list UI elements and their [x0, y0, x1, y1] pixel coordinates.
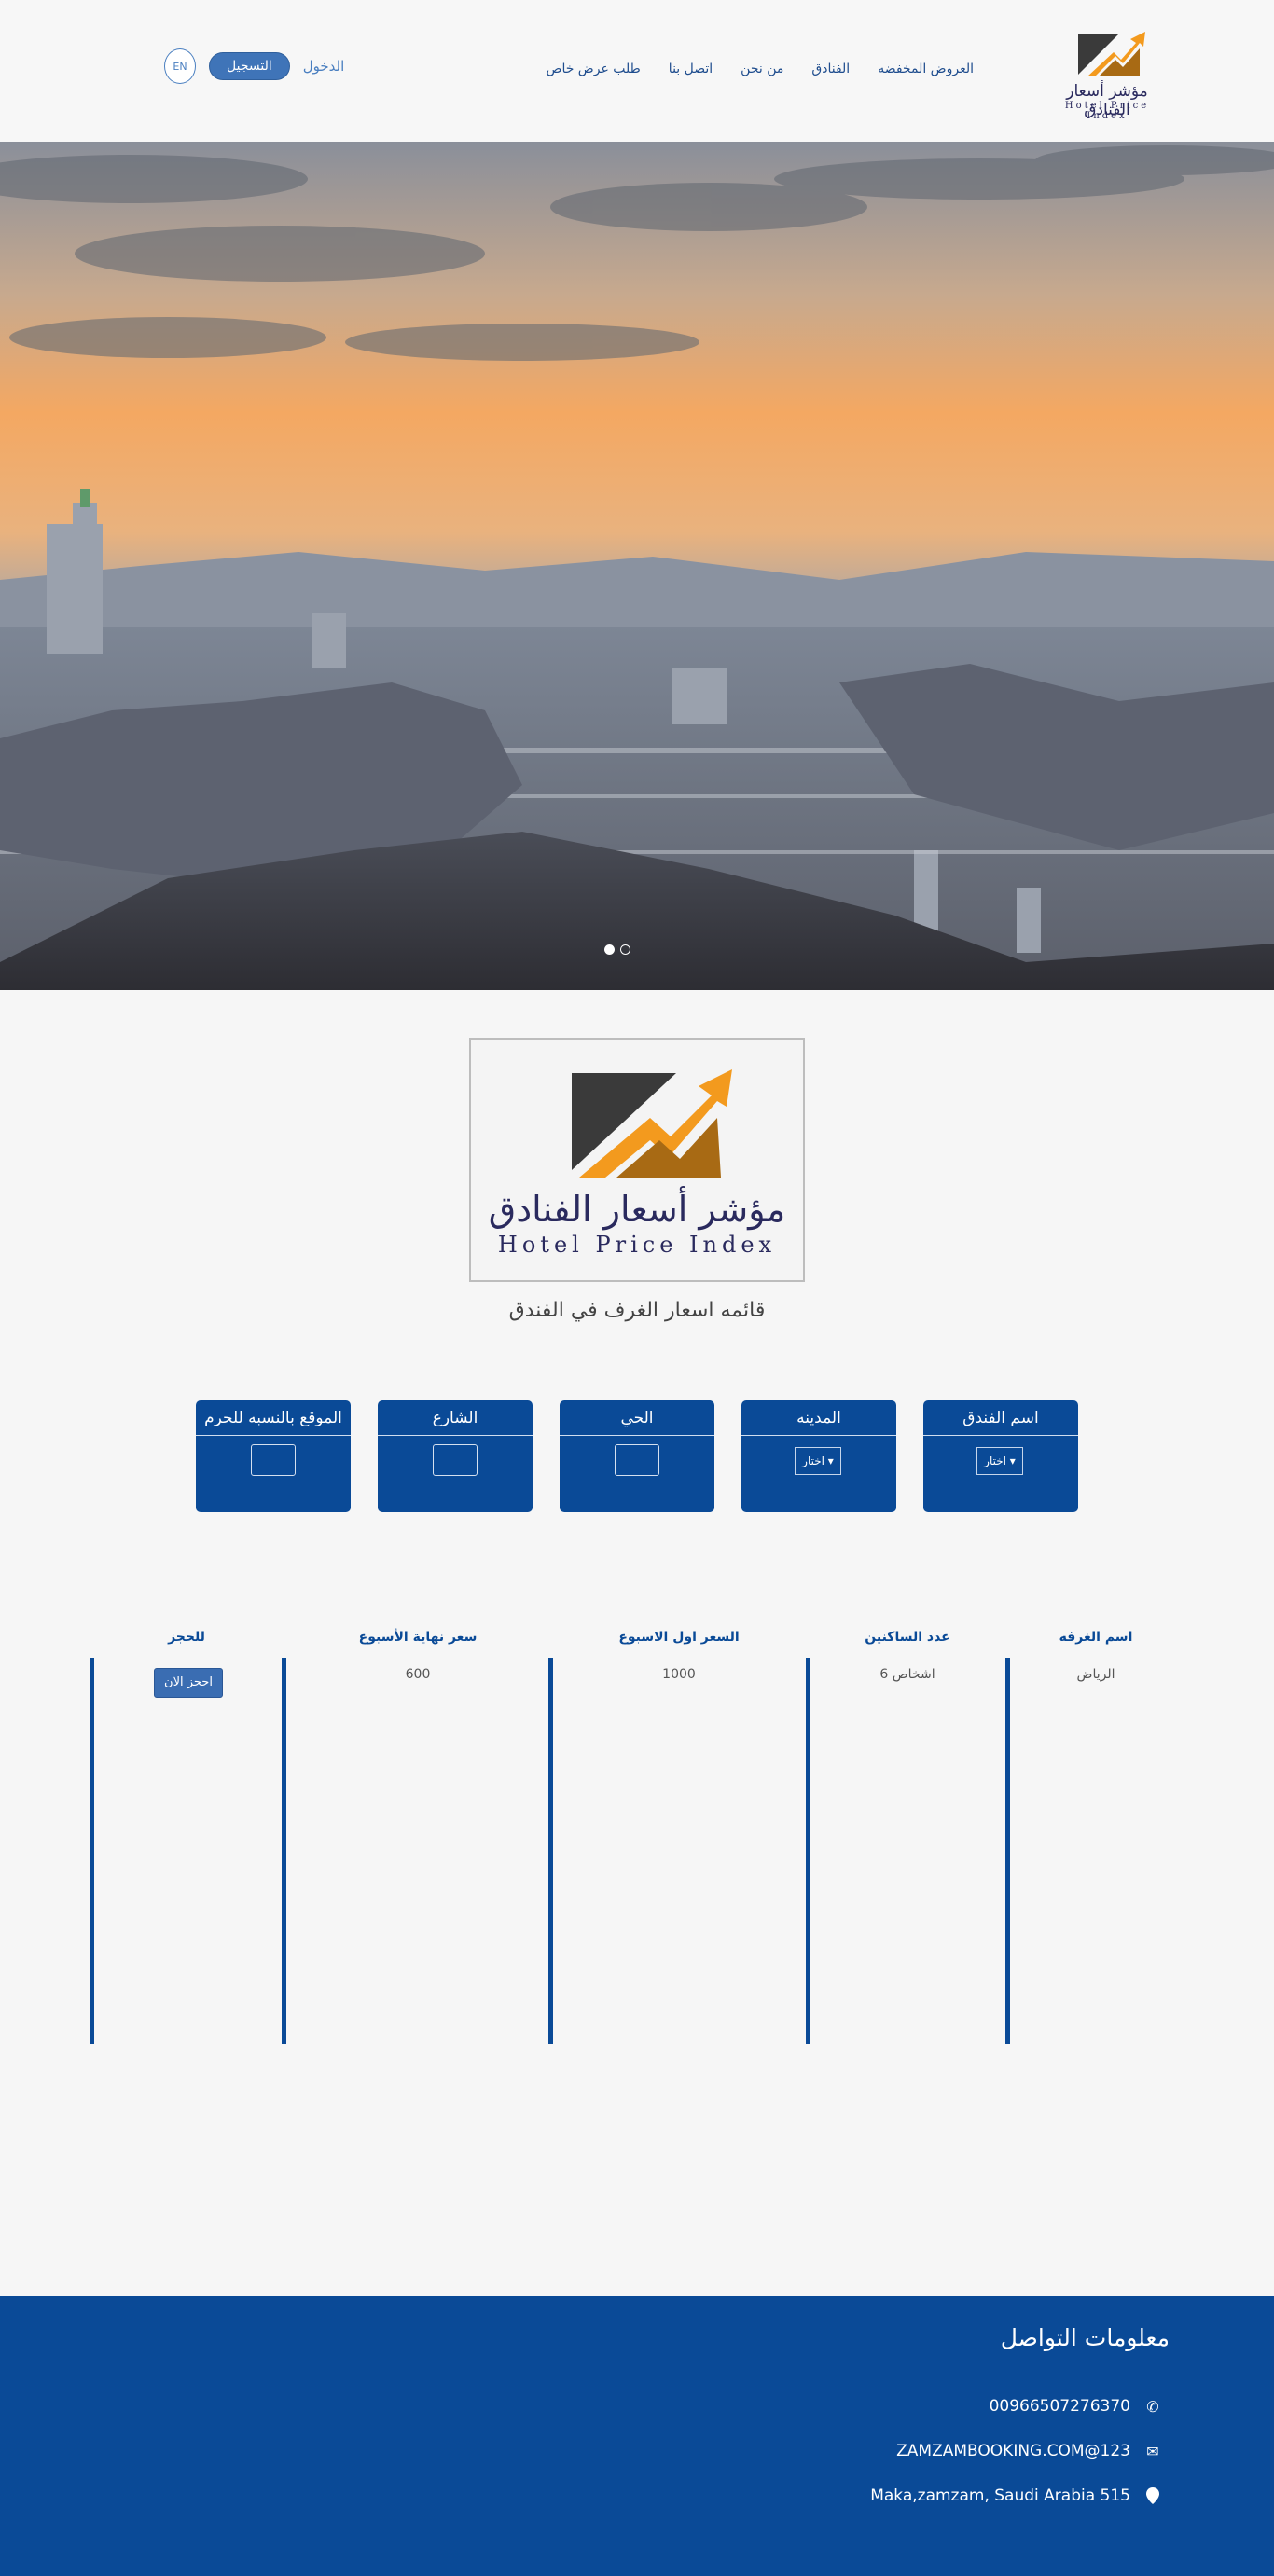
col-room-name: اسم الغرفه	[1059, 1630, 1133, 1645]
language-toggle[interactable]: EN	[164, 48, 196, 84]
filter-city: المدينه اختار ▾	[741, 1400, 896, 1512]
hotel-name-select[interactable]: اختار ▾	[976, 1447, 1023, 1475]
district-input[interactable]	[615, 1444, 659, 1476]
filter-haram-location: الموقع بالنسبه للحرم	[196, 1400, 351, 1512]
column-divider	[806, 1658, 810, 2044]
table-cell: 600	[405, 1667, 431, 1682]
phone-text[interactable]: 00966507276370	[990, 2397, 1130, 2416]
filter-hotel-name: اسم الفندق اختار ▾	[923, 1400, 1078, 1512]
footer-title: معلومات التواصل	[1000, 2324, 1170, 2351]
table-cell: الرياض	[1076, 1667, 1115, 1682]
register-button[interactable]: التسجيل	[209, 52, 290, 80]
filter-bar: اسم الفندق اختار ▾ المدينه اختار ▾ الحي …	[196, 1400, 1078, 1512]
slide-dot-2[interactable]	[620, 944, 630, 955]
nav-about[interactable]: من نحن	[741, 62, 783, 76]
filter-label: المدينه	[741, 1400, 896, 1436]
footer-address: Maka,zamzam, Saudi Arabia 515	[870, 2486, 1162, 2505]
haram-location-input[interactable]	[251, 1444, 296, 1476]
brand-logo: مؤشر أسعار الفنادق Hotel Price Index	[469, 1038, 805, 1282]
slider-dots	[604, 944, 630, 955]
book-now-button[interactable]: احجز الان	[154, 1668, 223, 1698]
envelope-icon: ✉	[1146, 2442, 1159, 2460]
col-occupants: عدد الساكنين	[865, 1630, 950, 1645]
hero-slider	[0, 142, 1274, 990]
col-booking: للحجز	[168, 1630, 205, 1645]
filter-label: الموقع بالنسبه للحرم	[196, 1400, 351, 1436]
brand-arabic: مؤشر أسعار الفنادق	[488, 1189, 786, 1230]
site-logo[interactable]: مؤشر أسعار الفنادق Hotel Price Index	[1046, 30, 1168, 121]
slide-dot-1[interactable]	[604, 944, 615, 955]
column-divider	[90, 1658, 94, 2044]
main-nav: العروض المخفضه الفنادق من نحن اتصل بنا ط…	[547, 62, 974, 76]
hero-image	[0, 142, 1274, 990]
filter-label: اسم الفندق	[923, 1400, 1078, 1436]
filter-district: الحي	[560, 1400, 714, 1512]
footer-phone: ✆ 00966507276370	[990, 2397, 1162, 2416]
auth-controls: EN التسجيل الدخول	[164, 48, 344, 84]
filter-street: الشارع	[378, 1400, 533, 1512]
address-text: Maka,zamzam, Saudi Arabia 515	[870, 2486, 1130, 2505]
location-pin-icon	[1143, 2486, 1162, 2505]
logo-chart-icon	[572, 1069, 732, 1178]
phone-icon: ✆	[1146, 2397, 1159, 2416]
table-cell: 1000	[662, 1667, 696, 1682]
logo-chart-icon	[1078, 32, 1145, 76]
nav-hotels[interactable]: الفنادق	[811, 62, 850, 76]
street-input[interactable]	[433, 1444, 478, 1476]
site-footer: معلومات التواصل ✆ 00966507276370 ✉ ZAMZA…	[0, 2296, 1274, 2576]
site-header: مؤشر أسعار الفنادق Hotel Price Index الع…	[0, 0, 1274, 142]
column-divider	[548, 1658, 553, 2044]
filter-label: الحي	[560, 1400, 714, 1436]
email-text[interactable]: ZAMZAMBOOKING.COM@123	[896, 2442, 1130, 2460]
brand-english: Hotel Price Index	[497, 1232, 777, 1258]
table-cell: 6 اشخاص	[879, 1667, 935, 1682]
filter-label: الشارع	[378, 1400, 533, 1436]
nav-discounted-offers[interactable]: العروض المخفضه	[878, 62, 974, 76]
login-link[interactable]: الدخول	[303, 58, 345, 75]
city-select[interactable]: اختار ▾	[795, 1447, 841, 1475]
col-weekday-price: السعر اول الاسبوع	[618, 1630, 740, 1645]
page-title: قائمه اسعار الغرف في الفندق	[508, 1299, 766, 1322]
column-divider	[1005, 1658, 1010, 2044]
logo-english: Hotel Price Index	[1064, 101, 1150, 121]
col-weekend-price: سعر نهاية الأسبوع	[358, 1630, 478, 1645]
column-divider	[282, 1658, 286, 2044]
footer-email: ✉ ZAMZAMBOOKING.COM@123	[896, 2442, 1162, 2460]
nav-special-offer[interactable]: طلب عرض خاص	[547, 62, 641, 76]
nav-contact[interactable]: اتصل بنا	[669, 62, 713, 76]
